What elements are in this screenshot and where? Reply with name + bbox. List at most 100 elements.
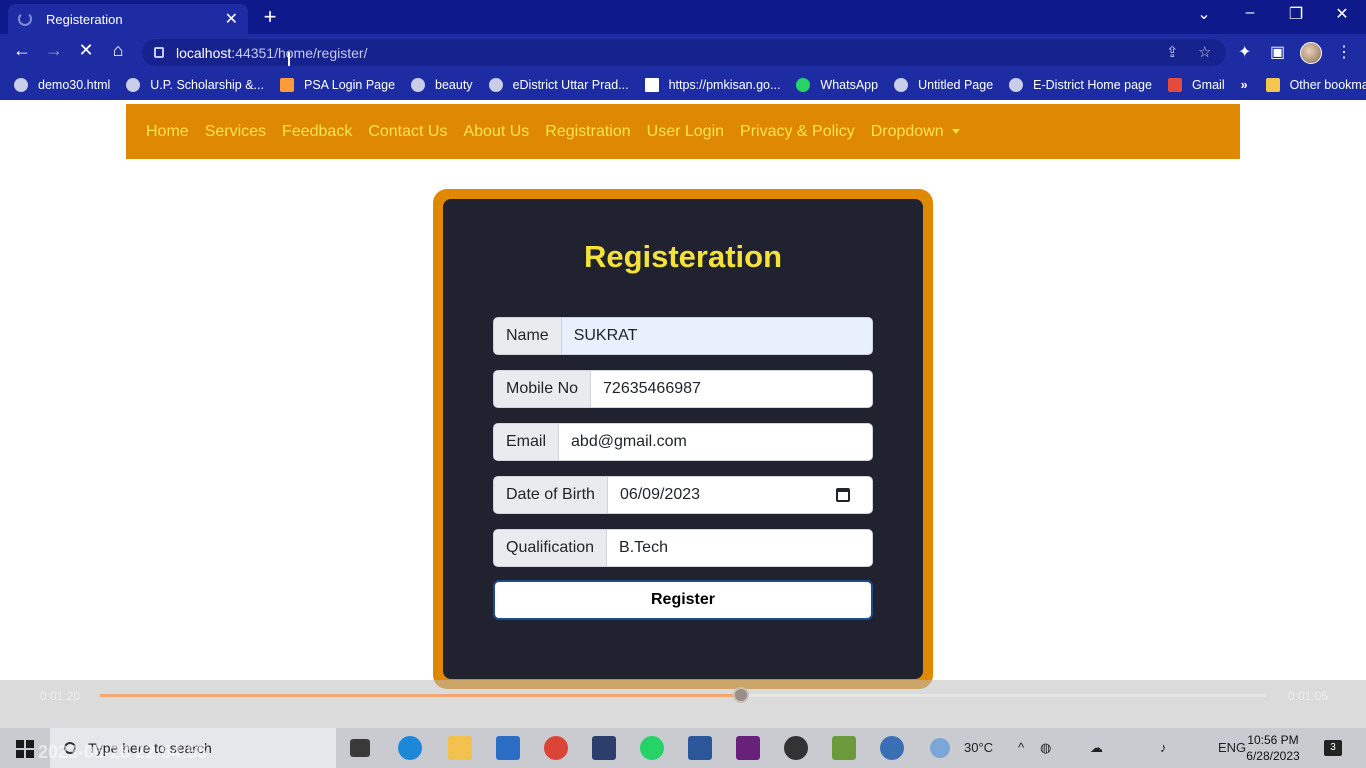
qualification-field: Qualification B.Tech [493, 529, 873, 567]
video-remaining: 0:01:05 [1288, 689, 1329, 703]
whatsapp-taskbar-icon[interactable] [640, 736, 664, 760]
share-icon[interactable]: ⇪ [1166, 39, 1179, 66]
help-icon[interactable] [880, 736, 904, 760]
edge-icon[interactable] [398, 736, 422, 760]
video-progress-fill [100, 694, 742, 697]
nav-registration[interactable]: Registration [545, 123, 630, 141]
home-icon[interactable]: ⌂ [106, 40, 130, 61]
caret-down-icon [951, 128, 960, 134]
recording-timestamp: 2023-06-28 22:54:55 [38, 742, 208, 762]
video-seekbar[interactable] [100, 694, 1266, 697]
nav-contact-us[interactable]: Contact Us [368, 123, 447, 141]
nav-home[interactable]: Home [146, 123, 189, 141]
file-explorer-icon[interactable] [448, 736, 472, 760]
globe-icon [411, 78, 426, 92]
network-icon[interactable]: ◍ [1040, 740, 1051, 756]
windows-start-icon[interactable] [16, 740, 34, 758]
more-bookmarks-icon[interactable]: » [1241, 78, 1248, 92]
email-input[interactable]: abd@gmail.com [559, 424, 872, 460]
language-indicator[interactable]: ENG [1218, 740, 1246, 755]
bookmark-item[interactable]: WhatsApp [796, 78, 878, 92]
lock-icon[interactable] [154, 47, 164, 58]
mobile-input[interactable]: 72635466987 [591, 371, 872, 407]
minimize-icon[interactable]: – [1240, 4, 1260, 22]
bookmark-item[interactable]: Gmail [1167, 78, 1225, 92]
bookmark-item[interactable]: PSA Login Page [279, 78, 395, 92]
video-elapsed: 0:01:20 [40, 689, 81, 703]
weather-temperature[interactable]: 30°C [964, 740, 993, 755]
mobile-field: Mobile No 72635466987 [493, 370, 873, 408]
tray-chevron-icon[interactable]: ^ [1018, 740, 1024, 755]
onedrive-icon[interactable]: ☁ [1090, 740, 1103, 756]
nav-dropdown[interactable]: Dropdown [871, 123, 960, 141]
bookmark-item[interactable]: beauty [411, 78, 473, 92]
side-panel-icon[interactable]: ▣ [1270, 42, 1285, 62]
name-input[interactable]: SUKRAT [561, 318, 872, 354]
bookmark-star-icon[interactable]: ☆ [1198, 39, 1211, 66]
globe-icon [14, 78, 28, 92]
url-host: localhost [176, 44, 232, 61]
task-view-icon[interactable] [350, 739, 370, 757]
form-title: Registeration [583, 239, 783, 274]
address-bar[interactable]: localhost:44351/home/register/ ⇪ ☆ [142, 39, 1226, 66]
url-path: :44351/home/register/ [231, 44, 368, 61]
browser-titlebar: Registeration ✕ + ⌄ – ❐ ✕ [0, 0, 1366, 34]
profile-avatar[interactable] [1300, 42, 1322, 64]
bookmark-item[interactable]: U.P. Scholarship &... [126, 78, 264, 92]
visual-studio-icon[interactable] [736, 736, 760, 760]
calendar-icon[interactable] [836, 488, 850, 502]
devcpp-icon[interactable] [592, 736, 616, 760]
close-tab-icon[interactable]: ✕ [225, 9, 238, 29]
bookmark-item[interactable]: https://pmkisan.go... [644, 78, 780, 92]
nav-privacy-policy[interactable]: Privacy & Policy [740, 123, 855, 141]
globe-icon [488, 78, 503, 92]
psa-icon [279, 78, 294, 92]
tab-search-icon[interactable]: ⌄ [1194, 4, 1214, 24]
nav-user-login[interactable]: User Login [647, 123, 724, 141]
taskbar-clock[interactable]: 10:56 PM 6/28/2023 [1246, 732, 1300, 764]
video-progress-overlay: 0:01:20 0:01:05 [0, 680, 1366, 728]
globe-icon [126, 78, 141, 92]
bookmark-item[interactable]: eDistrict Uttar Prad... [488, 78, 629, 92]
notifications-icon[interactable]: 3 [1324, 740, 1342, 756]
restore-icon[interactable]: ❐ [1286, 4, 1306, 24]
extensions-icon[interactable]: ✦ [1238, 42, 1251, 62]
menu-icon[interactable]: ⋮ [1336, 42, 1352, 62]
windows-taskbar: Type here to search 2023-06-28 22:54:55 … [0, 728, 1366, 768]
nav-feedback[interactable]: Feedback [282, 123, 352, 141]
registration-card: Registeration Name SUKRAT Mobile No 7263… [443, 199, 923, 679]
bookmark-item[interactable]: demo30.html [14, 78, 110, 92]
bookmarks-bar: demo30.html U.P. Scholarship &... PSA Lo… [0, 70, 1366, 100]
back-icon[interactable]: ← [10, 40, 34, 61]
nav-services[interactable]: Services [205, 123, 266, 141]
forward-icon[interactable]: → [42, 40, 66, 61]
tab-title: Registeration [46, 11, 123, 27]
clock-date: 6/28/2023 [1246, 749, 1300, 763]
qualification-label: Qualification [494, 530, 608, 566]
browser-tab[interactable]: Registeration ✕ [8, 4, 248, 34]
site-navbar: Home Services Feedback Contact Us About … [126, 104, 1240, 159]
qualification-input[interactable]: B.Tech [607, 530, 872, 566]
video-seek-thumb[interactable] [733, 687, 750, 703]
word-icon[interactable] [688, 736, 712, 760]
name-label: Name [494, 318, 562, 354]
bookmark-item[interactable]: E-District Home page [1009, 78, 1152, 92]
registration-card-frame: Registeration Name SUKRAT Mobile No 7263… [433, 189, 933, 689]
gmail-icon [1167, 78, 1182, 92]
stop-loading-icon[interactable]: ✕ [74, 40, 98, 61]
page-content: Home Services Feedback Contact Us About … [0, 100, 1366, 689]
new-tab-icon[interactable]: + [260, 4, 280, 30]
register-button[interactable]: Register [493, 580, 873, 620]
bookmark-item[interactable]: Untitled Page [894, 78, 993, 92]
recorder-icon[interactable] [784, 736, 808, 760]
other-bookmarks[interactable]: Other bookmarks [1265, 78, 1366, 92]
weather-icon[interactable] [930, 738, 950, 758]
dob-input[interactable]: 06/09/2023 [608, 477, 872, 513]
volume-icon[interactable]: ♪ [1160, 740, 1167, 755]
whatsapp-icon [796, 78, 811, 92]
mail-icon[interactable] [496, 736, 520, 760]
nav-about-us[interactable]: About Us [463, 123, 529, 141]
app-icon[interactable] [832, 736, 856, 760]
chrome-icon[interactable] [544, 736, 568, 760]
window-close-icon[interactable]: ✕ [1332, 4, 1352, 24]
